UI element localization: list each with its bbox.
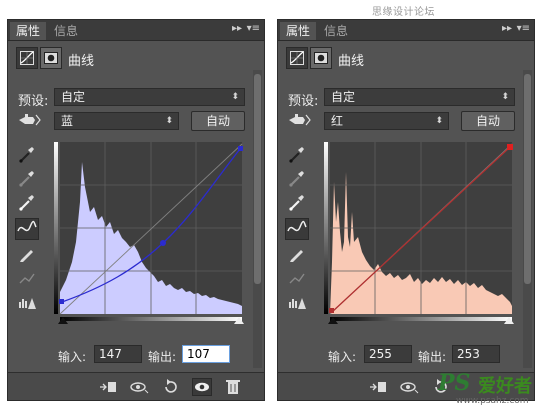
panel-menu-icon[interactable]: ▾≡ xyxy=(247,23,260,34)
curves-graph[interactable] xyxy=(54,142,244,324)
reset-icon[interactable] xyxy=(161,378,181,396)
channel-value: 蓝 xyxy=(61,114,74,128)
visibility-eye-icon[interactable] xyxy=(192,378,212,396)
ps-logo: PS xyxy=(438,370,471,396)
scrollbar[interactable] xyxy=(523,70,532,368)
bottom-toolbar xyxy=(8,372,264,400)
white-eyedropper-icon[interactable] xyxy=(17,192,41,214)
tab-bar: 属性 信息 ▸▸ ▾≡ xyxy=(8,20,264,41)
curve-point xyxy=(329,308,334,313)
auto-button[interactable]: 自动 xyxy=(461,111,515,131)
input-field[interactable]: 147 xyxy=(94,345,142,363)
clip-to-layer-icon[interactable] xyxy=(98,378,118,396)
gray-eyedropper-icon[interactable] xyxy=(17,168,41,190)
white-eyedropper-icon[interactable] xyxy=(287,192,311,214)
collapse-icon[interactable]: ▸▸ xyxy=(502,23,512,34)
view-previous-icon[interactable] xyxy=(129,378,149,396)
tab-bar: 属性 信息 ▸▸ ▾≡ xyxy=(278,20,534,41)
trash-icon[interactable] xyxy=(223,378,243,396)
auto-button[interactable]: 自动 xyxy=(191,111,245,131)
properties-panel-blue: 属性 信息 ▸▸ ▾≡ 曲线 预设: 自定 ⬍ 蓝 ⬍ 自动 输入: 147 输… xyxy=(7,19,265,401)
preset-dropdown[interactable]: 自定 ⬍ xyxy=(324,88,515,106)
output-field[interactable]: 107 xyxy=(182,345,230,363)
channel-dropdown[interactable]: 蓝 ⬍ xyxy=(54,112,179,130)
curve-point xyxy=(59,299,64,304)
scrollbar[interactable] xyxy=(253,70,262,368)
logo-url: www.psahz.com xyxy=(456,396,529,406)
input-gradient-bar xyxy=(330,317,512,321)
input-label: 输入: xyxy=(58,350,87,364)
pencil-icon[interactable] xyxy=(17,244,41,266)
smooth-icon xyxy=(287,268,311,290)
preset-value: 自定 xyxy=(61,90,86,104)
input-gradient-bar xyxy=(60,317,242,321)
updown-arrow-icon: ⬍ xyxy=(501,92,509,102)
hand-target-icon[interactable] xyxy=(17,111,41,133)
adjustment-title: 曲线 xyxy=(68,54,95,69)
curve-point-active xyxy=(160,240,166,246)
ps-logo-sub: 爱好者 xyxy=(478,376,532,397)
curves-graph[interactable] xyxy=(324,142,514,324)
clipping-warning-icon[interactable] xyxy=(287,292,311,314)
input-field[interactable]: 255 xyxy=(364,345,412,363)
panel-menu-icon[interactable]: ▾≡ xyxy=(517,23,530,34)
collapse-icon[interactable]: ▸▸ xyxy=(232,23,242,34)
pencil-icon[interactable] xyxy=(287,244,311,266)
smooth-icon xyxy=(17,268,41,290)
channel-dropdown[interactable]: 红 ⬍ xyxy=(324,112,449,130)
updown-arrow-icon: ⬍ xyxy=(435,116,443,126)
tab-properties[interactable]: 属性 xyxy=(10,22,47,40)
output-label: 输出: xyxy=(148,350,177,364)
clip-to-layer-icon[interactable] xyxy=(368,378,388,396)
mask-icon[interactable] xyxy=(40,47,62,69)
output-gradient-bar xyxy=(54,142,58,314)
scrollbar-thumb[interactable] xyxy=(524,74,531,284)
scrollbar-thumb[interactable] xyxy=(254,74,261,284)
tab-info[interactable]: 信息 xyxy=(48,22,84,40)
tab-info[interactable]: 信息 xyxy=(318,22,354,40)
gray-eyedropper-icon[interactable] xyxy=(287,168,311,190)
input-label: 输入: xyxy=(328,350,357,364)
output-label: 输出: xyxy=(418,350,447,364)
properties-panel-red: 属性 信息 ▸▸ ▾≡ 曲线 预设: 自定 ⬍ 红 ⬍ 自动 输入: 255 输… xyxy=(277,19,535,401)
output-gradient-bar xyxy=(324,142,328,314)
black-eyedropper-icon[interactable] xyxy=(287,144,311,166)
mask-icon[interactable] xyxy=(310,47,332,69)
curve-point-tool-icon[interactable] xyxy=(15,218,39,240)
adjustment-title: 曲线 xyxy=(338,54,365,69)
curve-point xyxy=(238,146,243,151)
tab-properties[interactable]: 属性 xyxy=(280,22,317,40)
preset-value: 自定 xyxy=(331,90,356,104)
updown-arrow-icon: ⬍ xyxy=(165,116,173,126)
curves-adjustment-icon[interactable] xyxy=(16,47,38,69)
black-eyedropper-icon[interactable] xyxy=(17,144,41,166)
preset-dropdown[interactable]: 自定 ⬍ xyxy=(54,88,245,106)
preset-label: 预设: xyxy=(18,94,49,109)
preset-label: 预设: xyxy=(288,94,319,109)
curve-point-active xyxy=(507,144,513,150)
curve-point-tool-icon[interactable] xyxy=(285,218,309,240)
updown-arrow-icon: ⬍ xyxy=(231,92,239,102)
curves-adjustment-icon[interactable] xyxy=(286,47,308,69)
view-previous-icon[interactable] xyxy=(399,378,419,396)
output-field[interactable]: 253 xyxy=(452,345,500,363)
channel-value: 红 xyxy=(331,114,344,128)
clipping-warning-icon[interactable] xyxy=(17,292,41,314)
hand-target-icon[interactable] xyxy=(287,111,311,133)
